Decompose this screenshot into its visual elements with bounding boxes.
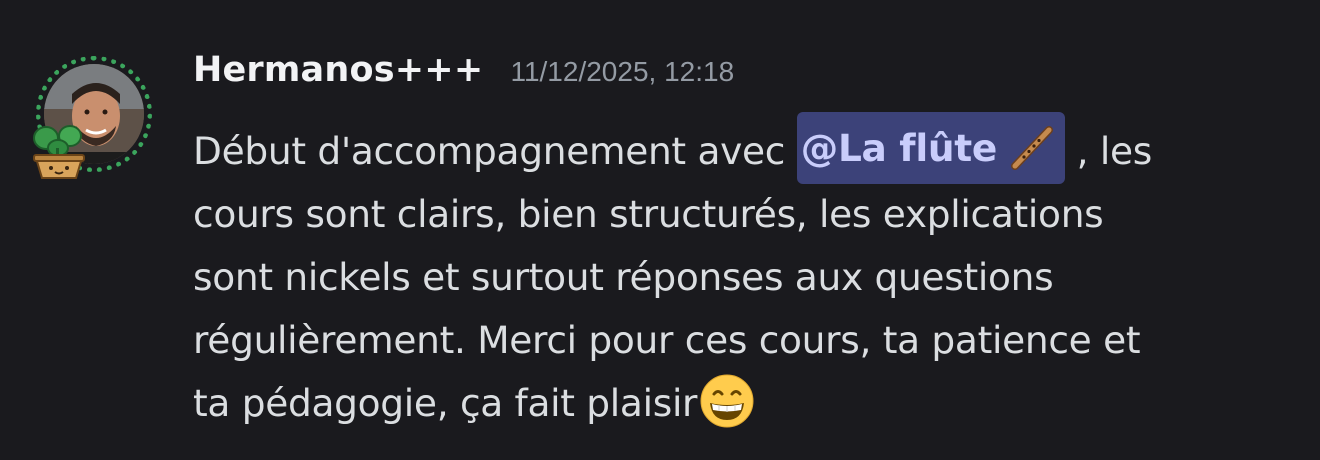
role-mention[interactable]: @La flûte — [796, 111, 1066, 184]
grinning-face-emoji-icon — [699, 373, 755, 429]
message-line-3: sont nickels et surtout réponses aux que… — [193, 255, 1054, 299]
message-line-1: Début d'accompagnement avec @La flûte , … — [193, 111, 1293, 184]
message-content: Début d'accompagnement avec @La flûte , … — [193, 111, 1293, 435]
flute-icon — [1007, 123, 1057, 171]
message-line-5: ta pédagogie, ça fait plaisir — [193, 372, 1293, 435]
message-text: , les — [1065, 129, 1153, 173]
message-header: Hermanos+++ 11/12/2025, 12:18 — [193, 50, 734, 100]
avatar[interactable] — [28, 52, 158, 182]
chat-message: Hermanos+++ 11/12/2025, 12:18 Début d'ac… — [0, 0, 1320, 460]
message-text: ta pédagogie, ça fait plaisir — [193, 381, 698, 425]
mention-label: @La flûte — [800, 125, 998, 170]
timestamp: 11/12/2025, 12:18 — [510, 56, 735, 87]
message-line-2: cours sont clairs, bien structurés, les … — [193, 192, 1104, 236]
message-text: Début d'accompagnement avec — [193, 129, 797, 173]
username[interactable]: Hermanos+++ — [193, 50, 483, 90]
message-line-4: régulièrement. Merci pour ces cours, ta … — [193, 318, 1141, 362]
potted-plant-decoration-icon — [28, 122, 90, 182]
